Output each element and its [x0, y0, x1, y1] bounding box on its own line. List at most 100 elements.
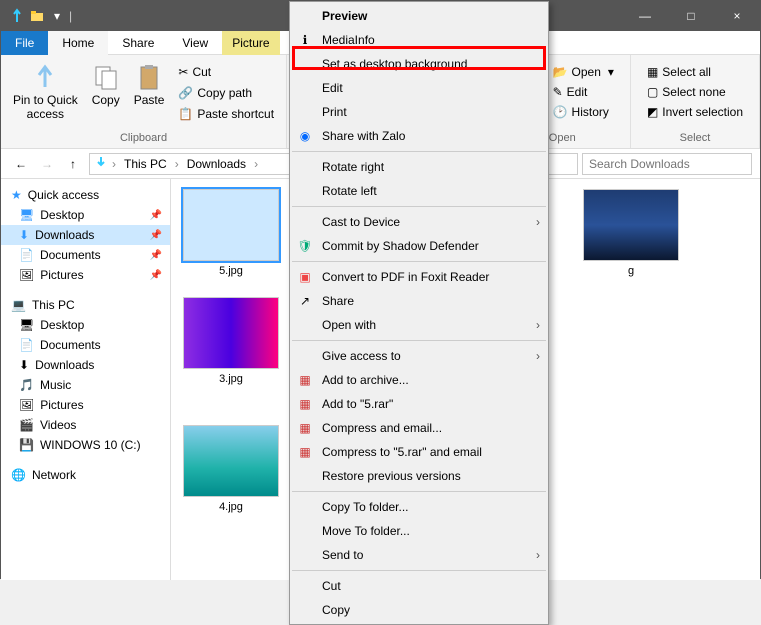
select-none-button[interactable]: ▢Select none — [643, 83, 747, 101]
qat-dropdown[interactable]: ▾ — [49, 8, 65, 24]
thumbnail — [183, 425, 279, 497]
sidebar-music[interactable]: 🎵Music — [1, 375, 170, 395]
sidebar-tp-desktop[interactable]: 🖥Desktop — [1, 315, 170, 335]
ctx-move-to[interactable]: Move To folder... — [290, 519, 548, 543]
ctx-set-desktop-bg[interactable]: Set as desktop background — [290, 52, 548, 76]
ctx-share[interactable]: ↗Share — [290, 289, 548, 313]
ctx-cast[interactable]: Cast to Device› — [290, 210, 548, 234]
select-none-icon: ▢ — [647, 85, 658, 99]
copy-path-button[interactable]: 🔗Copy path — [174, 84, 278, 102]
thumbnail — [583, 189, 679, 261]
sidebar-downloads[interactable]: ⬇Downloads📌 — [1, 225, 170, 245]
sidebar-quick-access[interactable]: ★Quick access — [1, 185, 170, 205]
invert-selection-button[interactable]: ◩Invert selection — [643, 103, 747, 121]
documents-icon: 📄 — [19, 248, 34, 262]
ctx-mediainfo[interactable]: ℹMediaInfo — [290, 28, 548, 52]
close-button[interactable]: × — [714, 1, 760, 31]
separator — [292, 491, 546, 492]
sidebar-tp-downloads[interactable]: ⬇Downloads — [1, 355, 170, 375]
path-icon: 🔗 — [178, 86, 193, 100]
file-item[interactable]: 4.jpg — [181, 425, 281, 513]
copy-button[interactable]: Copy — [88, 59, 124, 111]
pin-quick-access-button[interactable]: Pin to Quick access — [9, 59, 82, 126]
forward-button[interactable]: → — [35, 152, 59, 176]
search-input[interactable] — [582, 153, 752, 175]
ctx-copy[interactable]: Copy — [290, 598, 548, 622]
ctx-edit[interactable]: Edit — [290, 76, 548, 100]
ctx-rotate-right[interactable]: Rotate right — [290, 155, 548, 179]
sidebar-videos[interactable]: 🎬Videos — [1, 415, 170, 435]
documents-icon: 📄 — [19, 338, 34, 352]
ctx-print[interactable]: Print — [290, 100, 548, 124]
folder-icon[interactable] — [29, 8, 45, 24]
sidebar-tp-documents[interactable]: 📄Documents — [1, 335, 170, 355]
ctx-shadow-defender[interactable]: 🛡Commit by Shadow Defender — [290, 234, 548, 258]
ctx-open-with[interactable]: Open with› — [290, 313, 548, 337]
ctx-cut[interactable]: Cut — [290, 574, 548, 598]
open-button[interactable]: 📂Open▾ — [549, 63, 618, 81]
view-tab[interactable]: View — [168, 31, 222, 55]
sidebar-pictures[interactable]: 🖼Pictures📌 — [1, 265, 170, 285]
home-tab[interactable]: Home — [48, 31, 108, 55]
ctx-restore-versions[interactable]: Restore previous versions — [290, 464, 548, 488]
paste-button[interactable]: Paste — [130, 59, 169, 111]
back-button[interactable]: ← — [9, 152, 33, 176]
pc-icon: 💻 — [11, 298, 26, 312]
ctx-rotate-left[interactable]: Rotate left — [290, 179, 548, 203]
file-item[interactable]: 5.jpg — [181, 189, 281, 277]
sidebar-cdrive[interactable]: 💾WINDOWS 10 (C:) — [1, 435, 170, 455]
file-item[interactable]: g — [581, 189, 681, 277]
select-all-button[interactable]: ▦Select all — [643, 63, 747, 81]
open-icon: 📂 — [553, 65, 568, 79]
sidebar-tp-pictures[interactable]: 🖼Pictures — [1, 395, 170, 415]
invert-icon: ◩ — [647, 105, 658, 119]
desktop-icon: 🖥 — [19, 208, 34, 222]
minimize-button[interactable]: — — [622, 1, 668, 31]
sidebar-thispc[interactable]: 💻This PC — [1, 295, 170, 315]
ctx-copy-to[interactable]: Copy To folder... — [290, 495, 548, 519]
clipboard-group-label: Clipboard — [120, 132, 167, 144]
chevron-right-icon: › — [536, 318, 540, 332]
maximize-button[interactable]: □ — [668, 1, 714, 31]
drive-icon: 💾 — [19, 438, 34, 452]
file-item[interactable]: 3.jpg — [181, 297, 281, 385]
separator — [292, 206, 546, 207]
history-icon: 🕑 — [553, 105, 568, 119]
ctx-add-archive[interactable]: ▦Add to archive... — [290, 368, 548, 392]
up-button[interactable]: ↑ — [61, 152, 85, 176]
mediainfo-icon: ℹ — [296, 31, 314, 49]
share-tab[interactable]: Share — [108, 31, 168, 55]
paste-shortcut-button[interactable]: 📋Paste shortcut — [174, 105, 278, 123]
ctx-compress-5rar-email[interactable]: ▦Compress to "5.rar" and email — [290, 440, 548, 464]
breadcrumb-downloads[interactable]: Downloads — [183, 157, 250, 171]
picture-tab[interactable]: Picture — [222, 31, 279, 55]
open-group-label: Open — [549, 132, 576, 144]
ctx-give-access[interactable]: Give access to› — [290, 344, 548, 368]
app-icon — [9, 8, 25, 24]
desktop-icon: 🖥 — [19, 318, 34, 332]
sidebar-network[interactable]: 🌐Network — [1, 465, 170, 485]
breadcrumb-thispc[interactable]: This PC — [120, 157, 171, 171]
pdf-icon: ▣ — [296, 268, 314, 286]
ctx-foxit[interactable]: ▣Convert to PDF in Foxit Reader — [290, 265, 548, 289]
edit-button[interactable]: ✎Edit — [549, 83, 618, 101]
separator — [292, 340, 546, 341]
pin-icon: 📌 — [150, 230, 162, 241]
ctx-send-to[interactable]: Send to› — [290, 543, 548, 567]
history-button[interactable]: 🕑History — [549, 103, 618, 121]
file-tab[interactable]: File — [1, 31, 48, 55]
sidebar-desktop[interactable]: 🖥Desktop📌 — [1, 205, 170, 225]
zalo-icon: ◉ — [296, 127, 314, 145]
winrar-icon: ▦ — [296, 371, 314, 389]
ctx-add-5rar[interactable]: ▦Add to "5.rar" — [290, 392, 548, 416]
videos-icon: 🎬 — [19, 418, 34, 432]
scissors-icon: ✂ — [178, 65, 188, 79]
cut-button[interactable]: ✂Cut — [174, 63, 278, 81]
thumbnail — [183, 297, 279, 369]
ctx-preview[interactable]: Preview — [290, 4, 548, 28]
chevron-right-icon: › — [536, 548, 540, 562]
ctx-compress-email[interactable]: ▦Compress and email... — [290, 416, 548, 440]
sidebar-documents[interactable]: 📄Documents📌 — [1, 245, 170, 265]
star-icon: ★ — [11, 188, 22, 202]
ctx-share-zalo[interactable]: ◉Share with Zalo — [290, 124, 548, 148]
